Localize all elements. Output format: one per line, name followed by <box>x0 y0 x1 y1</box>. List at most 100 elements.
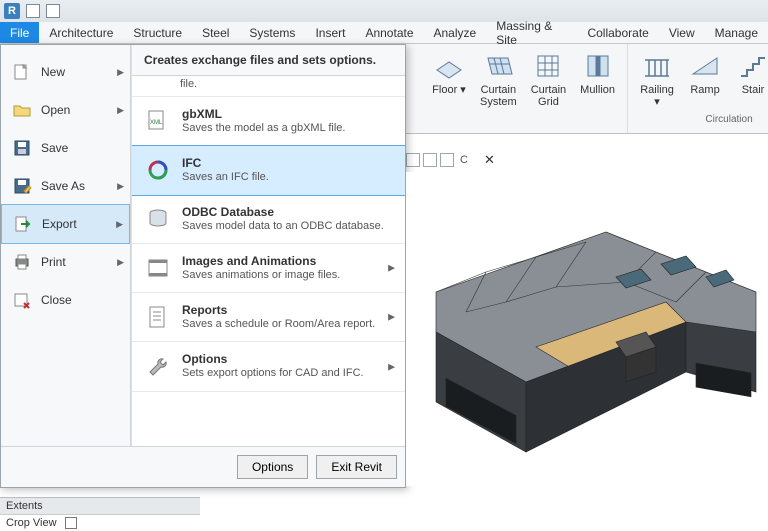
railing-button[interactable]: Railing ▾ <box>636 48 678 110</box>
ifc-icon <box>144 156 172 184</box>
export-icon <box>12 214 34 234</box>
exit-revit-button[interactable]: Exit Revit <box>316 455 397 479</box>
stair-button[interactable]: Stair <box>732 48 768 110</box>
ribbon-group-label: Circulation <box>705 114 752 125</box>
file-menu-footer: Options Exit Revit <box>1 446 405 487</box>
save-as-icon <box>11 176 33 196</box>
export-title: ODBC Database <box>182 205 384 219</box>
tab-view[interactable]: View <box>659 22 705 43</box>
mullion-button[interactable]: Mullion <box>576 48 619 110</box>
tab-annotate[interactable]: Annotate <box>355 22 423 43</box>
curtain-grid-icon <box>532 50 564 82</box>
menu-label: Save As <box>41 179 85 193</box>
ribbon-group-circulation: Railing ▾ Ramp Stair A MocTex Circulatio… <box>628 44 768 133</box>
open-icon <box>11 100 33 120</box>
tab-structure[interactable]: Structure <box>123 22 192 43</box>
export-desc: Saves model data to an ODBC database. <box>182 219 384 233</box>
print-icon <box>11 252 33 272</box>
tab-collaborate[interactable]: Collaborate <box>577 22 658 43</box>
wrench-icon <box>144 352 172 380</box>
curtain-system-icon <box>482 50 514 82</box>
ribbon-label: Curtain <box>481 84 516 96</box>
crop-view-checkbox[interactable] <box>65 517 77 529</box>
export-desc: Saves the model as a gbXML file. <box>182 121 345 135</box>
database-icon <box>144 205 172 233</box>
export-images-animations[interactable]: Images and AnimationsSaves animations or… <box>132 244 405 293</box>
menu-save-as[interactable]: Save As▶ <box>1 167 130 205</box>
ribbon-label: Railing <box>640 84 674 96</box>
export-desc: Sets export options for CAD and IFC. <box>182 366 364 380</box>
menu-save[interactable]: Save <box>1 129 130 167</box>
floor-button[interactable]: Floor ▾ <box>428 48 470 110</box>
export-list: file. XML gbXMLSaves the model as a gbXM… <box>132 76 405 446</box>
railing-icon <box>641 50 673 82</box>
export-gbxml[interactable]: XML gbXMLSaves the model as a gbXML file… <box>132 97 405 146</box>
tab-insert[interactable]: Insert <box>305 22 355 43</box>
property-label: Crop View <box>6 517 57 529</box>
ribbon-tabs: File Architecture Structure Steel System… <box>0 22 768 44</box>
property-row: Crop View <box>0 515 200 531</box>
export-desc: Saves a schedule or Room/Area report. <box>182 317 375 331</box>
tab-analyze[interactable]: Analyze <box>424 22 487 43</box>
nav-icon[interactable] <box>423 153 437 167</box>
menu-label: New <box>41 65 65 79</box>
gbxml-icon: XML <box>144 107 172 135</box>
menu-open[interactable]: Open▶ <box>1 91 130 129</box>
stair-icon <box>737 50 768 82</box>
options-button[interactable]: Options <box>237 455 308 479</box>
chevron-right-icon: ▶ <box>388 263 395 274</box>
menu-label: Open <box>41 103 70 117</box>
nav-icon[interactable] <box>406 153 420 167</box>
menu-export[interactable]: Export▶ <box>1 204 130 244</box>
ramp-button[interactable]: Ramp <box>684 48 726 110</box>
tab-systems[interactable]: Systems <box>239 22 305 43</box>
export-item-truncated[interactable]: file. <box>132 76 405 97</box>
chevron-right-icon: ▶ <box>388 312 395 323</box>
nav-icon[interactable] <box>440 153 454 167</box>
menu-label: Close <box>41 293 72 307</box>
ribbon-sublabel: System <box>480 96 517 108</box>
close-tab-button[interactable]: ✕ <box>484 152 495 168</box>
view-nav <box>406 153 454 167</box>
qat-icon[interactable] <box>26 4 40 18</box>
export-options[interactable]: OptionsSets export options for CAD and I… <box>132 342 405 391</box>
ribbon-label: Mullion <box>580 84 615 96</box>
menu-print[interactable]: Print▶ <box>1 243 130 281</box>
document-tab-bar: C ✕ <box>406 148 495 172</box>
curtain-system-button[interactable]: CurtainSystem <box>476 48 521 110</box>
export-odbc[interactable]: ODBC DatabaseSaves model data to an ODBC… <box>132 195 405 244</box>
tab-architecture[interactable]: Architecture <box>39 22 123 43</box>
menu-close[interactable]: Close <box>1 281 130 319</box>
title-bar: R <box>0 0 768 22</box>
menu-new[interactable]: New▶ <box>1 53 130 91</box>
ribbon-label: Curtain <box>531 84 566 96</box>
new-icon <box>11 62 33 82</box>
mullion-icon <box>582 50 614 82</box>
export-desc: Saves an IFC file. <box>182 170 269 184</box>
export-title: Images and Animations <box>182 254 340 268</box>
tab-manage[interactable]: Manage <box>705 22 768 43</box>
tab-massing-site[interactable]: Massing & Site <box>486 22 577 43</box>
3d-viewport[interactable] <box>406 172 768 486</box>
export-reports[interactable]: ReportsSaves a schedule or Room/Area rep… <box>132 293 405 342</box>
file-menu-right: Creates exchange files and sets options.… <box>131 45 405 446</box>
save-icon <box>11 138 33 158</box>
curtain-grid-button[interactable]: CurtainGrid <box>527 48 570 110</box>
svg-text:XML: XML <box>150 120 163 126</box>
file-menu-left: New▶ Open▶ Save Save As▶ Export▶ Print▶ <box>1 45 131 446</box>
tab-steel[interactable]: Steel <box>192 22 239 43</box>
menu-label: Print <box>41 255 66 269</box>
ribbon-label: Ramp <box>690 84 719 96</box>
ramp-icon <box>689 50 721 82</box>
properties-section-header[interactable]: Extents <box>0 498 200 515</box>
close-icon <box>11 290 33 310</box>
menu-label: Save <box>41 141 68 155</box>
qat-icon[interactable] <box>46 4 60 18</box>
ribbon-label: Stair <box>742 84 765 96</box>
properties-panel: Extents Crop View <box>0 497 200 531</box>
export-ifc[interactable]: IFCSaves an IFC file. <box>132 145 405 195</box>
chevron-right-icon: ▶ <box>388 361 395 372</box>
app-icon: R <box>4 3 20 19</box>
export-title: Options <box>182 352 364 366</box>
tab-file[interactable]: File <box>0 22 39 43</box>
